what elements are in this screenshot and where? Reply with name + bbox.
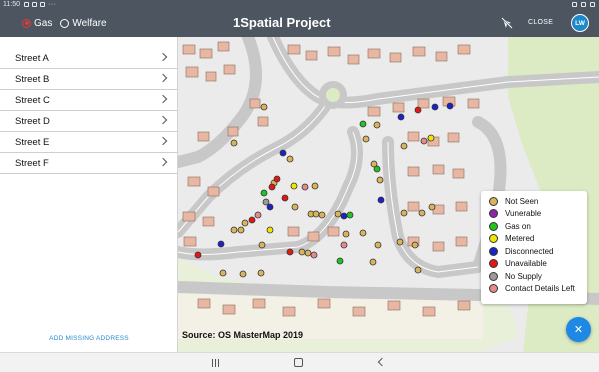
home-icon[interactable]: [294, 358, 303, 367]
street-label: Street A: [15, 53, 49, 64]
radio-welfare-label: Welfare: [72, 17, 107, 29]
map-source-attribution: Source: OS MasterMap 2019: [182, 330, 304, 340]
legend-label: Not Seen: [505, 196, 539, 206]
contact-details-left-swatch-icon: [489, 284, 498, 294]
wifi-icon: [581, 2, 586, 7]
radio-unselected-icon: [60, 18, 70, 28]
battery-icon: [590, 2, 595, 7]
add-missing-address-button[interactable]: ADD MISSING ADDRESS: [0, 335, 178, 342]
not-seen-swatch-icon: [489, 196, 498, 206]
unavailable-swatch-icon: [489, 259, 498, 269]
street-label: Street C: [15, 95, 50, 106]
radio-gas-label: Gas: [34, 17, 53, 29]
more-notifications: ···: [48, 1, 57, 8]
close-button[interactable]: CLOSE: [528, 9, 553, 37]
recents-icon[interactable]: [212, 359, 220, 367]
legend-item: Metered: [489, 233, 587, 246]
chevron-right-icon: [158, 115, 168, 125]
image-icon: [40, 2, 45, 7]
radio-gas[interactable]: Gas: [22, 18, 52, 29]
status-time: 11:50: [3, 1, 20, 8]
close-icon: ✕: [573, 324, 584, 336]
street-label: Street E: [15, 137, 50, 148]
street-list: Street A Street B Street C Street D Stre…: [0, 48, 178, 174]
street-label: Street D: [15, 116, 50, 127]
legend-label: No Supply: [505, 271, 542, 281]
radio-welfare[interactable]: Welfare: [60, 17, 107, 29]
back-icon[interactable]: [377, 357, 387, 367]
street-label: Street B: [15, 74, 50, 85]
chevron-right-icon: [158, 73, 168, 83]
map-legend: Not Seen Vunerable Gas on Metered Discon…: [481, 191, 587, 304]
list-item[interactable]: Street C: [0, 90, 178, 111]
disconnected-swatch-icon: [489, 246, 498, 256]
list-item[interactable]: Street E: [0, 132, 178, 153]
location-off-icon[interactable]: [500, 16, 514, 30]
chevron-right-icon: [158, 157, 168, 167]
legend-label: Contact Details Left: [505, 284, 575, 294]
metered-swatch-icon: [489, 234, 498, 244]
gas-on-swatch-icon: [489, 221, 498, 231]
system-nav-bar: [0, 352, 599, 372]
legend-label: Vunerable: [505, 209, 542, 219]
legend-item: Unavailable: [489, 258, 587, 271]
notification-icon: [24, 2, 29, 7]
street-label: Street F: [15, 158, 49, 169]
list-item[interactable]: Street F: [0, 153, 178, 174]
legend-item: Contact Details Left: [489, 283, 587, 296]
list-item[interactable]: Street D: [0, 111, 178, 132]
map-view[interactable]: Source: OS MasterMap 2019 Not Seen Vuner…: [178, 37, 599, 352]
legend-item: Disconnected: [489, 245, 587, 258]
layer-radio-group: Gas Welfare: [22, 9, 107, 37]
chevron-right-icon: [158, 94, 168, 104]
legend-label: Unavailable: [505, 259, 547, 269]
avatar[interactable]: LW: [571, 14, 589, 32]
chevron-right-icon: [158, 52, 168, 62]
signal-icon: [572, 2, 577, 7]
list-item[interactable]: Street B: [0, 69, 178, 90]
legend-label: Disconnected: [505, 246, 554, 256]
gallery-icon: [32, 2, 37, 7]
app-bar: Gas Welfare 1Spatial Project CLOSE LW: [0, 9, 599, 37]
vunerable-swatch-icon: [489, 209, 498, 219]
legend-item: Gas on: [489, 220, 587, 233]
legend-label: Gas on: [505, 221, 531, 231]
list-item[interactable]: Street A: [0, 48, 178, 69]
close-legend-fab[interactable]: ✕: [566, 317, 591, 342]
legend-label: Metered: [505, 234, 535, 244]
status-bar: 11:50 ···: [0, 0, 599, 9]
legend-item: Not Seen: [489, 195, 587, 208]
legend-item: Vunerable: [489, 208, 587, 221]
chevron-right-icon: [158, 136, 168, 146]
street-sidebar: Street A Street B Street C Street D Stre…: [0, 37, 178, 352]
legend-item: No Supply: [489, 270, 587, 283]
page-title: 1Spatial Project: [233, 15, 331, 30]
radio-selected-icon: [22, 18, 31, 28]
no-supply-swatch-icon: [489, 271, 498, 281]
